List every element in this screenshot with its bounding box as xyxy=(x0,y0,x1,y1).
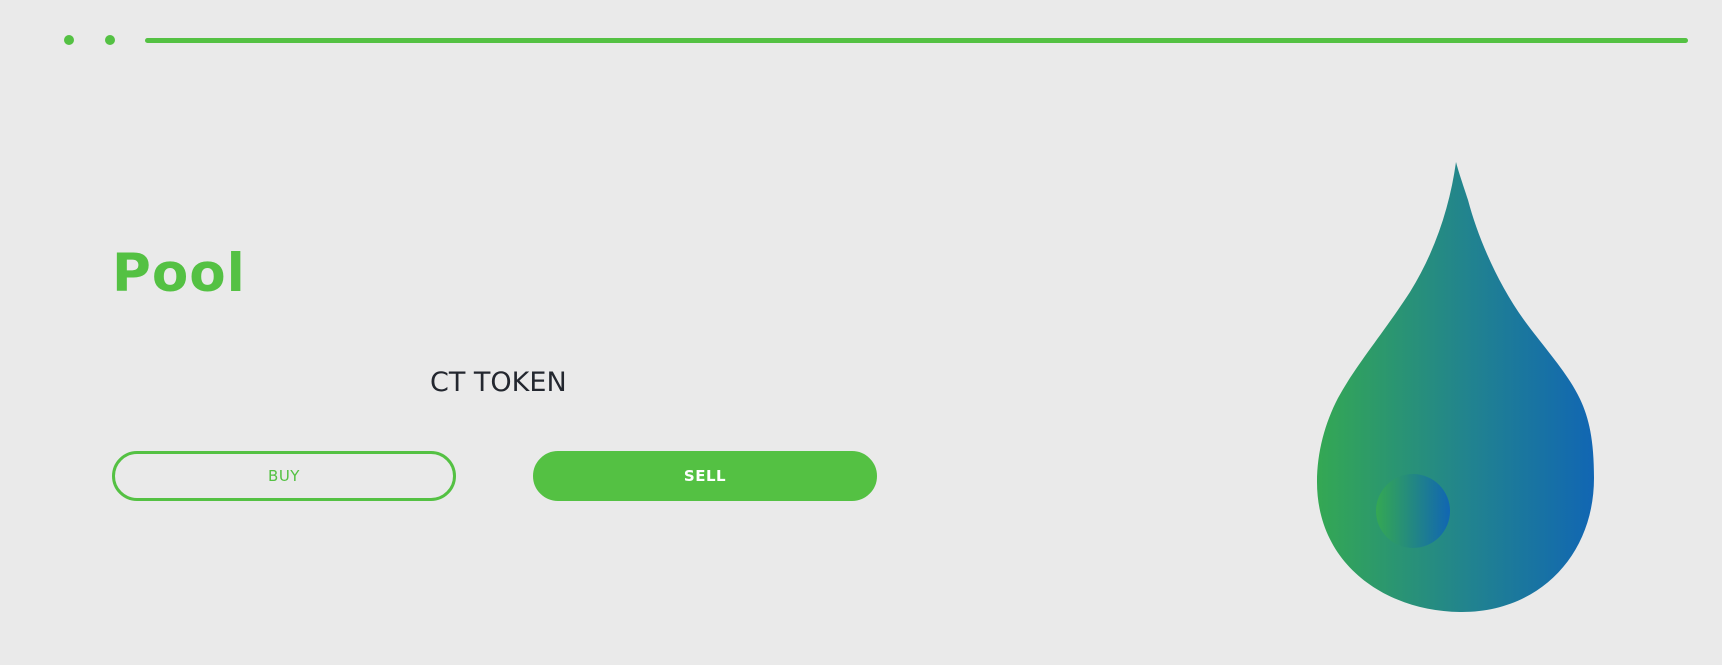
buy-button[interactable]: BUY xyxy=(112,451,456,501)
top-navigation xyxy=(0,0,1722,80)
page-title: Pool xyxy=(112,243,246,304)
token-name: CT TOKEN xyxy=(430,367,567,398)
water-drop-icon xyxy=(1317,162,1594,613)
water-drop-shape xyxy=(1317,162,1594,613)
sell-button[interactable]: SELL xyxy=(533,451,877,501)
nav-dot-2[interactable] xyxy=(105,35,115,45)
drop-bubble xyxy=(1376,474,1450,548)
progress-bar xyxy=(145,38,1688,43)
nav-dot-1[interactable] xyxy=(64,35,74,45)
